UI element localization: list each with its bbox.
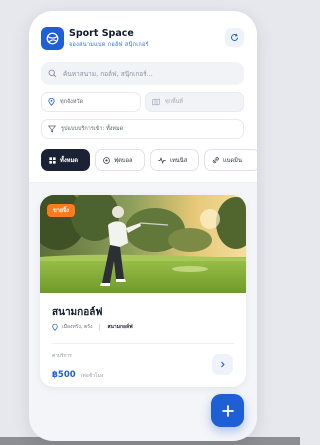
venue-location: เมืองทรัง, ตรัง — [62, 324, 93, 330]
header-panel: Sport Space จองสนามแบด กอล์ฟ สนุ๊กเกอร์ … — [29, 11, 257, 183]
meta-divider — [99, 323, 101, 331]
activity-icon — [158, 156, 166, 164]
price-label: ค่าบริการ — [52, 354, 72, 359]
service-type-value: รูปแบบบริการเข้า: ทั้งหมด — [61, 126, 124, 132]
app-frame: Sport Space จองสนามแบด กอล์ฟ สนุ๊กเกอร์ … — [29, 11, 257, 441]
district-value: ทุกพื้นที่ — [165, 99, 183, 105]
category-chip-all[interactable]: ทั้งหมด — [41, 149, 90, 171]
search-input[interactable]: ค้นหาสนาม, กอล์ฟ, สนุ๊กเกอร์... — [41, 62, 244, 85]
price-unit: /ต่อชั่วโมง — [80, 373, 104, 379]
price-value: ฿500 — [52, 370, 76, 380]
view-venue-button[interactable] — [212, 354, 233, 375]
category-chip-tennis[interactable]: เทนนิส — [150, 149, 199, 171]
venue-price: ฿500 /ต่อชั่วโมง — [52, 362, 103, 381]
chevron-right-icon — [221, 361, 225, 368]
map-icon — [152, 98, 160, 106]
venue-meta: เมืองทรัง, ตรัง สนามกอล์ฟ — [52, 323, 133, 331]
district-select[interactable]: ทุกพื้นที่ — [145, 92, 244, 112]
category-label: ฟุตบอล — [114, 158, 133, 164]
service-type-select[interactable]: รูปแบบบริการเข้า: ทั้งหมด — [41, 119, 244, 139]
category-chip-football[interactable]: ฟุตบอล — [95, 149, 145, 171]
category-chip-badminton[interactable]: แบดมิน — [204, 149, 257, 171]
filter-icon — [48, 125, 56, 133]
venue-name: สนามกอล์ฟ — [52, 307, 103, 318]
province-select[interactable]: ทุกจังหวัด — [41, 92, 141, 112]
search-icon — [48, 69, 57, 78]
search-placeholder: ค้นหาสนาม, กอล์ฟ, สนุ๊กเกอร์... — [63, 69, 153, 78]
app-logo — [41, 27, 64, 50]
plus-icon — [221, 404, 234, 417]
card-divider — [52, 343, 234, 344]
soccer-ball-icon — [103, 156, 110, 164]
app-subtitle: จองสนามแบด กอล์ฟ สนุ๊กเกอร์ — [69, 42, 149, 48]
sport-logo-icon — [46, 32, 59, 45]
province-value: ทุกจังหวัด — [60, 99, 84, 105]
shuttlecock-icon — [212, 156, 219, 164]
add-button[interactable] — [211, 394, 244, 427]
venue-card[interactable]: ขายจิ้ง สนามกอล์ฟ เมืองทรัง, ตรัง สนามกอ… — [40, 195, 246, 387]
venue-type: สนามกอล์ฟ — [107, 324, 133, 330]
app-title: Sport Space — [69, 28, 134, 39]
category-label: เทนนิส — [170, 158, 188, 164]
location-pin-icon — [52, 323, 58, 331]
category-chips: ทั้งหมด ฟุตบอล เทนนิส แบดมิน — [41, 149, 257, 171]
category-label: แบดมิน — [223, 158, 242, 164]
refresh-icon — [231, 33, 238, 41]
category-label: ทั้งหมด — [60, 158, 79, 164]
refresh-button[interactable] — [225, 28, 244, 47]
grid-icon — [49, 156, 56, 164]
location-pin-icon — [48, 98, 55, 106]
venue-badge: ขายจิ้ง — [47, 204, 75, 217]
